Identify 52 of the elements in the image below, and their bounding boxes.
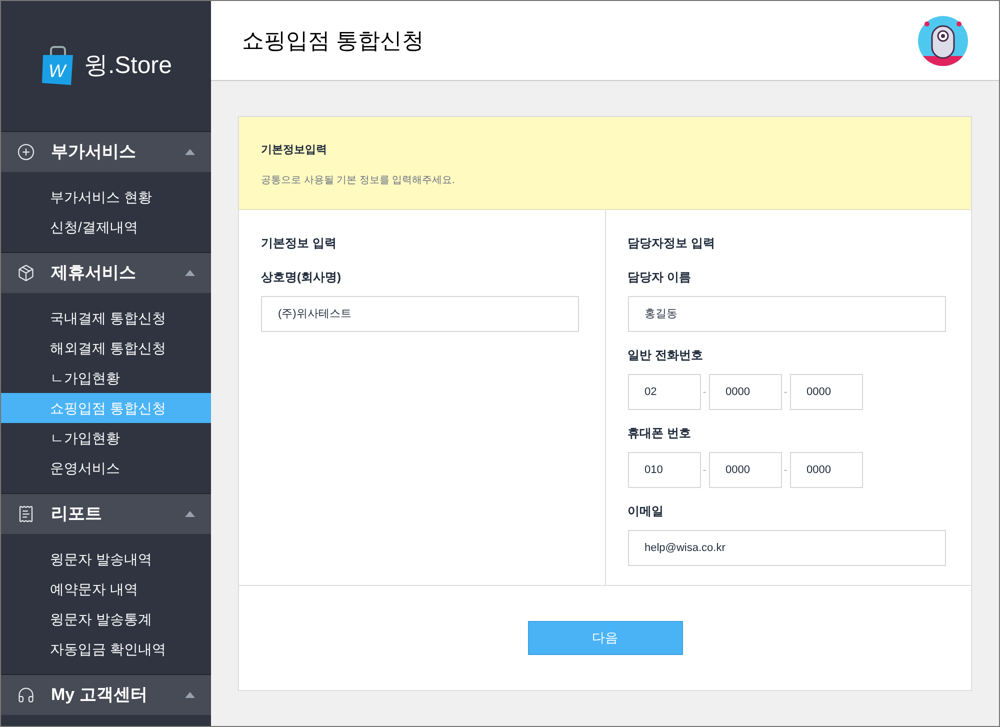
section-title: 기본정보 입력 (261, 235, 338, 252)
input-field[interactable]: 0000 (790, 374, 862, 410)
separator-dash: - (702, 464, 708, 478)
box-icon (17, 264, 35, 282)
menu-item[interactable]: 신청/결제내역 (1, 212, 211, 242)
input-field[interactable]: (주)위사테스트 (261, 296, 579, 332)
collapse-caret-icon (185, 511, 195, 517)
menu-item[interactable]: 부가서비스 현황 (1, 182, 211, 212)
separator-dash: - (782, 464, 788, 478)
separator-dash: - (782, 386, 788, 400)
menu-item[interactable]: 윙문자 발송내역 (1, 544, 211, 574)
collapse-caret-icon (185, 270, 195, 276)
input-field[interactable]: 010 (628, 452, 700, 488)
collapse-caret-icon (185, 149, 195, 155)
menu-group-header[interactable]: 리포트 (1, 494, 211, 534)
menu-group-title: 제휴서비스 (51, 262, 136, 284)
field-label: 휴대폰 번호 (628, 425, 692, 442)
field-label: 상호명(회사명) (261, 269, 342, 286)
menu-group-header[interactable]: 부가서비스 (1, 132, 211, 172)
field-label: 담당자 이름 (628, 269, 692, 286)
input-field[interactable]: 02 (628, 374, 700, 410)
robot-avatar-icon[interactable] (918, 16, 968, 66)
menu-item[interactable]: ㄴ가입현황 (1, 423, 211, 453)
menu-group-title: 부가서비스 (51, 141, 136, 164)
menu-group-title: 리포트 (51, 503, 102, 526)
input-field[interactable]: 0000 (708, 374, 782, 410)
menu-item[interactable]: 해외결제 통합신청 (1, 333, 211, 363)
input-field[interactable]: help@wisa.co.kr (628, 530, 946, 566)
menu-group-header[interactable]: My 고객센터 (1, 675, 211, 715)
menu-item[interactable]: 운영서비스 (1, 453, 211, 483)
menu-item[interactable]: 국내결제 통합신청 (1, 303, 211, 333)
page-title: 쇼핑입점 통합신청 (242, 27, 424, 55)
menu-group-title: My 고객센터 (51, 684, 148, 706)
notice-text: 공통으로 사용될 기본 정보를 입력해주세요. (261, 174, 456, 188)
logo-text: 윙.Store (84, 51, 172, 81)
menu-item[interactable]: 자동입금 확인내역 (1, 634, 211, 664)
menu-group-header[interactable]: 제휴서비스 (1, 253, 211, 293)
collapse-caret-icon (185, 692, 195, 698)
headphones-icon (17, 686, 35, 704)
input-field[interactable]: 0000 (790, 452, 862, 488)
separator-dash: - (702, 386, 708, 400)
input-field[interactable]: 0000 (708, 452, 782, 488)
section-title: 담당자정보 입력 (628, 235, 716, 252)
field-label: 일반 전화번호 (628, 347, 704, 364)
menu-item[interactable]: ㄴ가입현황 (1, 363, 211, 393)
plus-circle-icon (17, 143, 35, 161)
notice-title: 기본정보입력 (261, 143, 328, 158)
receipt-icon (17, 505, 35, 523)
field-label: 이메일 (628, 503, 664, 520)
menu-item[interactable]: 윙문자 발송통계 (1, 604, 211, 634)
menu-item[interactable]: 예약문자 내역 (1, 574, 211, 604)
input-field[interactable]: 홍길동 (628, 296, 946, 332)
